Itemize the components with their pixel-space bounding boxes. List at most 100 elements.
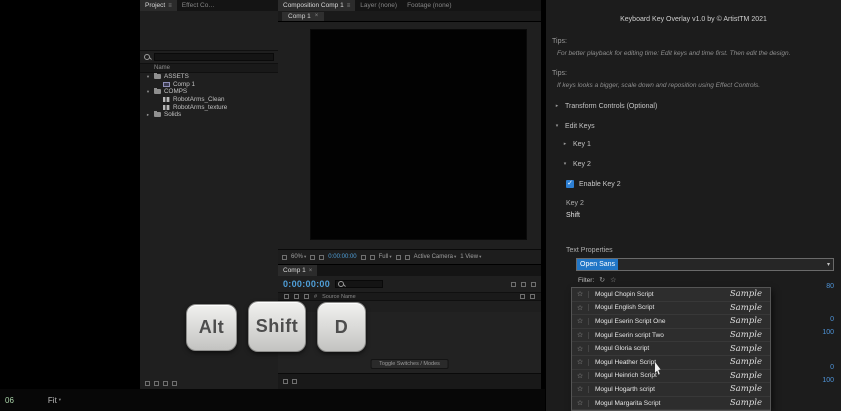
font-preview: Sample — [730, 384, 770, 394]
font-name: Mogul Margarita Script — [588, 400, 730, 407]
favorite-star-icon[interactable]: ☆ — [572, 290, 588, 298]
section-edit-keys[interactable]: ▾ Edit Keys — [554, 120, 595, 132]
font-list-item[interactable]: ☆ Mogul English Script Sample — [572, 302, 770, 316]
font-list-item[interactable]: ☆ Mogul Hogarth script Sample — [572, 383, 770, 397]
font-list-item[interactable]: ☆ Mogul Heather Script Sample — [572, 356, 770, 370]
panel-menu-icon[interactable]: ≡ — [347, 3, 351, 9]
section-transform-controls[interactable]: ▸ Transform Controls (Optional) — [554, 100, 657, 112]
font-preview: Sample — [730, 303, 770, 313]
tab-effect-controls[interactable]: Effect Controls — [177, 0, 223, 11]
source-name-column[interactable]: Source Name — [322, 294, 356, 300]
resolution-control[interactable]: Full ▾ — [379, 254, 392, 260]
audio-toggle-icon[interactable] — [294, 294, 299, 299]
project-item-assets[interactable]: ▾ ASSETS — [140, 73, 278, 81]
zoom-fit-label: Fit — [48, 396, 57, 405]
delete-item-icon[interactable] — [172, 381, 177, 386]
favorite-star-icon[interactable]: ☆ — [572, 358, 588, 366]
view-layout-control[interactable]: 1 View ▾ — [460, 254, 481, 260]
project-item-comps[interactable]: ▾ COMPS — [140, 88, 278, 96]
grid-guides-icon[interactable] — [310, 255, 315, 260]
region-of-interest-icon[interactable] — [396, 255, 401, 260]
favorite-star-icon[interactable]: ☆ — [572, 331, 588, 339]
favorite-star-icon[interactable]: ☆ — [572, 399, 588, 407]
tab-composition[interactable]: Composition Comp 1 ≡ — [278, 0, 355, 11]
favorite-star-icon[interactable]: ☆ — [572, 372, 588, 380]
current-time-display[interactable]: 0:00:00:00 — [328, 254, 356, 260]
interpret-footage-icon[interactable] — [145, 381, 150, 386]
check-icon: ✓ — [567, 180, 573, 187]
project-item-robotarms-texture[interactable]: RobotArms_texture — [140, 103, 278, 111]
magnification-value: 60% — [291, 254, 303, 260]
refresh-icon[interactable]: ↻ — [599, 276, 605, 284]
twirl-icon[interactable]: ▾ — [145, 74, 151, 80]
font-family-select[interactable]: Open Sans ▾ — [576, 258, 834, 271]
new-composition-icon[interactable] — [163, 381, 168, 386]
viewer-subtab-comp1[interactable]: Comp 1 × — [282, 12, 324, 21]
font-preview: Sample — [730, 316, 770, 326]
motion-blur-icon[interactable] — [531, 282, 536, 287]
font-list-item[interactable]: ☆ Mogul Margarita Script Sample — [572, 397, 770, 411]
magnification-control[interactable]: 60% ▾ — [291, 254, 306, 260]
project-item-robotarms-clean[interactable]: RobotArms_Clean — [140, 96, 278, 104]
expand-layers-icon[interactable] — [283, 379, 288, 384]
twirl-icon[interactable]: ▾ — [145, 89, 151, 95]
timeline-current-time[interactable]: 0:00:00:00 — [283, 279, 330, 289]
project-name-column-header[interactable]: Name — [140, 64, 278, 73]
enable-key2-checkbox-row[interactable]: ✓ Enable Key 2 — [566, 180, 621, 188]
property-value[interactable]: 0 — [812, 316, 834, 323]
font-preview: Sample — [730, 344, 770, 354]
section-key2[interactable]: ▾ Key 2 — [562, 158, 591, 170]
favorite-star-icon[interactable]: ☆ — [572, 304, 588, 312]
draft-3d-icon[interactable] — [521, 282, 526, 287]
favorites-filter-icon[interactable]: ☆ — [610, 276, 616, 284]
property-value[interactable]: 100 — [812, 329, 834, 336]
property-value[interactable]: 80 — [812, 283, 834, 290]
zoom-timeline-icon[interactable] — [292, 379, 297, 384]
camera-view-control[interactable]: Active Camera ▾ — [414, 254, 457, 260]
show-channel-icon[interactable] — [370, 255, 375, 260]
always-preview-icon[interactable] — [282, 255, 287, 260]
new-folder-icon[interactable] — [154, 381, 159, 386]
checkbox-checked-icon[interactable]: ✓ — [566, 180, 574, 188]
folder-icon — [154, 74, 161, 79]
tab-footage[interactable]: Footage (none) — [402, 0, 456, 11]
timeline-tabbar: Comp 1 × — [278, 265, 541, 276]
footage-icon — [163, 97, 170, 102]
project-search-input[interactable] — [154, 53, 274, 61]
font-list-item[interactable]: ☆ Mogul Heinrich Script Sample — [572, 370, 770, 384]
font-preview: Sample — [730, 398, 770, 408]
composition-viewport[interactable] — [310, 29, 527, 240]
section-key1[interactable]: ▸ Key 1 — [562, 138, 591, 150]
property-value[interactable]: 100 — [812, 377, 834, 384]
tab-project[interactable]: Project ≡ — [140, 0, 177, 11]
font-list-item[interactable]: ☆ Mogul Eserin Script One Sample — [572, 315, 770, 329]
composition-mini-flowchart-icon[interactable] — [511, 282, 516, 287]
favorite-star-icon[interactable]: ☆ — [572, 385, 588, 393]
project-item-comp1[interactable]: Comp 1 — [140, 81, 278, 89]
solo-toggle-icon[interactable] — [304, 294, 309, 299]
transparency-grid-icon[interactable] — [405, 255, 410, 260]
favorite-star-icon[interactable]: ☆ — [572, 345, 588, 353]
timeline-header: 0:00:00:00 — [278, 276, 541, 292]
composition-toolbar: 60% ▾ 0:00:00:00 Full ▾ Active Camera ▾ … — [278, 249, 541, 264]
zoom-fit-control[interactable]: Fit ▾ — [48, 396, 61, 405]
font-list-item[interactable]: ☆ Mogul Chopin Script Sample — [572, 288, 770, 302]
section-label: Key 1 — [573, 141, 591, 148]
panel-menu-icon[interactable]: ≡ — [168, 3, 172, 9]
key2-field-value[interactable]: Shift — [566, 212, 580, 219]
tab-layer[interactable]: Layer (none) — [355, 0, 402, 11]
project-item-solids[interactable]: ▸ Solids — [140, 111, 278, 119]
timeline-search-input[interactable] — [335, 280, 383, 288]
close-icon[interactable]: × — [315, 13, 319, 19]
twirl-icon[interactable]: ▸ — [145, 112, 151, 118]
video-toggle-icon[interactable] — [284, 294, 289, 299]
font-list-item[interactable]: ☆ Mogul Eserin script Two Sample — [572, 329, 770, 343]
timeline-tab-comp1[interactable]: Comp 1 × — [278, 265, 317, 276]
close-icon[interactable]: × — [309, 268, 313, 274]
property-value[interactable]: 0 — [812, 364, 834, 371]
toggle-switches-modes-button[interactable]: Toggle Switches / Modes — [370, 359, 449, 369]
favorite-star-icon[interactable]: ☆ — [572, 317, 588, 325]
snapshot-icon[interactable] — [361, 255, 366, 260]
mask-visibility-icon[interactable] — [319, 255, 324, 260]
font-list-item[interactable]: ☆ Mogul Gloria script Sample — [572, 342, 770, 356]
